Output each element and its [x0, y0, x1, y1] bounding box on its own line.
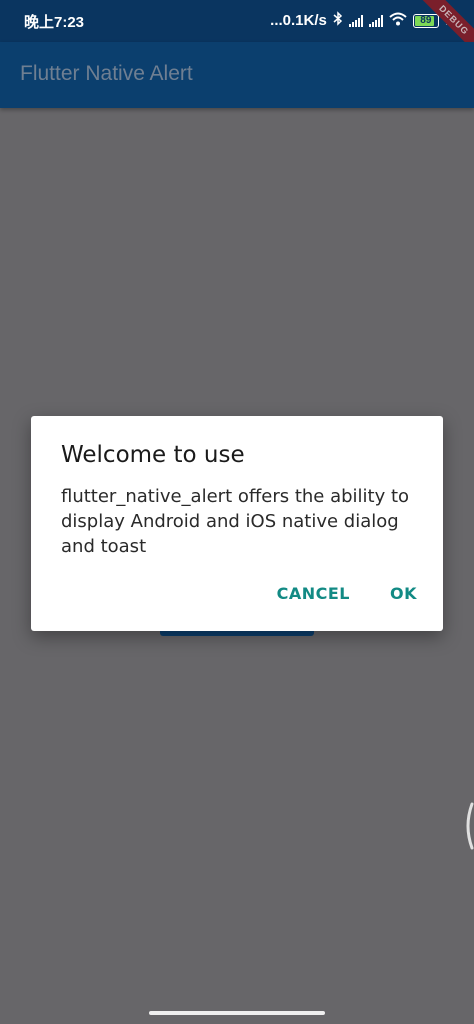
dialog-actions: CANCEL OK: [277, 584, 417, 603]
ok-button[interactable]: OK: [390, 584, 417, 603]
dialog-title: Welcome to use: [61, 442, 245, 468]
app-bar-title: Flutter Native Alert: [20, 62, 193, 85]
bluetooth-icon: [333, 11, 343, 30]
battery-level: 89: [420, 15, 432, 26]
app-bar: Flutter Native Alert: [0, 42, 474, 108]
signal-icon-2: [368, 14, 383, 27]
alert-dialog: Welcome to use flutter_native_alert offe…: [31, 416, 443, 631]
network-speed: ...0.1K/s: [270, 12, 327, 29]
cancel-button[interactable]: CANCEL: [277, 584, 350, 603]
battery-icon: 89: [412, 13, 439, 28]
dialog-message: flutter_native_alert offers the ability …: [61, 486, 410, 557]
edge-swipe-handle[interactable]: [462, 802, 474, 850]
status-time: 晚上7:23: [24, 14, 85, 31]
home-indicator[interactable]: [149, 1011, 325, 1015]
wifi-icon: [389, 12, 407, 30]
status-icons: ...0.1K/s 89 ⚡: [270, 11, 454, 30]
signal-icon: [348, 14, 363, 27]
status-bar: 晚上7:23 ...0.1K/s 89 ⚡ DEBUG: [0, 0, 474, 59]
